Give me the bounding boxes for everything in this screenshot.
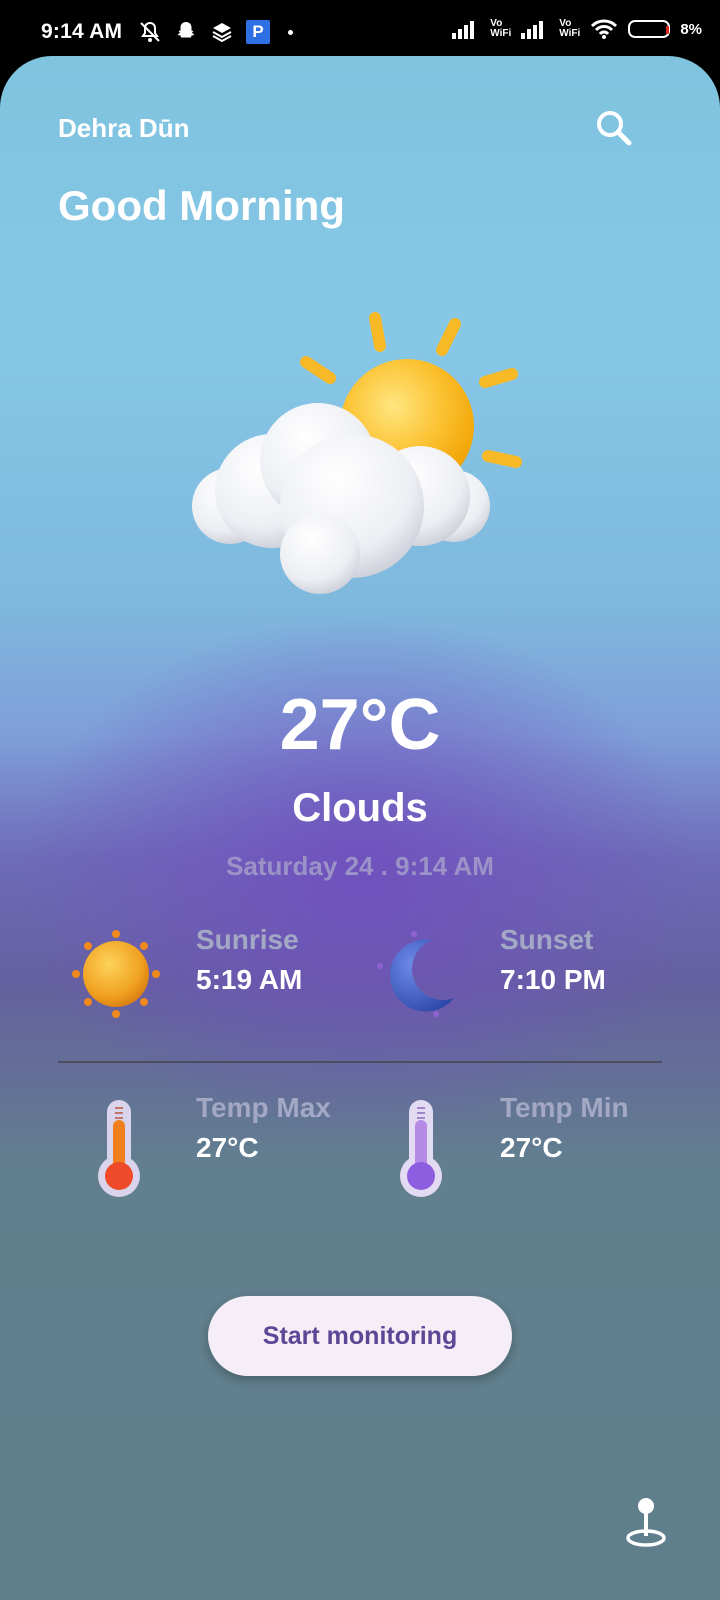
partly-cloudy-sun-icon [192, 312, 522, 594]
temp-min-value: 27°C [500, 1132, 563, 1163]
more-notifications-dot [288, 29, 293, 35]
greeting: Good Morning [58, 182, 345, 229]
mute-bell-icon [140, 21, 160, 42]
sunset-label: Sunset [500, 924, 594, 955]
temp-min-label: Temp Min [500, 1092, 629, 1123]
sunrise-label: Sunrise [196, 924, 299, 955]
signal-icon [452, 21, 475, 39]
sunset-value: 7:10 PM [500, 964, 606, 995]
current-datetime: Saturday 24 . 9:14 AM [226, 851, 494, 881]
weather-screen: Dehra Dūn Good Morning 27°C Clouds Satur… [0, 56, 720, 1600]
battery-percent: 8% [680, 20, 702, 38]
search-icon[interactable] [594, 108, 634, 148]
weather-condition: Clouds [292, 786, 428, 830]
parking-app-icon: P [246, 20, 270, 44]
thermometer-hot-icon [98, 1100, 140, 1197]
status-system-icons: Vo WiFi Vo WiFi 8% [452, 18, 702, 40]
start-monitoring-button[interactable]: Start monitoring [208, 1296, 512, 1376]
status-bar: 9:14 AM P Vo WiFi Vo WiFi 8% [0, 0, 720, 56]
wifi-icon [591, 19, 618, 39]
vowifi-label-1: Vo WiFi [490, 18, 512, 39]
temp-max-value: 27°C [196, 1132, 259, 1163]
sun-icon [72, 930, 160, 1018]
snapchat-icon [177, 22, 195, 38]
current-temperature: 27°C [279, 685, 441, 765]
divider [58, 1061, 662, 1063]
layers-icon [212, 23, 232, 43]
status-time: 9:14 AM [41, 20, 123, 43]
location-pin-icon[interactable] [624, 1496, 668, 1548]
moon-icon [377, 931, 454, 1017]
city-name: Dehra Dūn [58, 113, 190, 143]
temp-max-label: Temp Max [196, 1092, 331, 1123]
signal-icon-2 [521, 21, 544, 39]
status-notification-icons: P [138, 20, 293, 44]
vowifi-label-2: Vo WiFi [559, 18, 581, 39]
thermometer-cold-icon [400, 1100, 442, 1197]
sunrise-value: 5:19 AM [196, 964, 303, 995]
battery-icon [628, 20, 671, 38]
